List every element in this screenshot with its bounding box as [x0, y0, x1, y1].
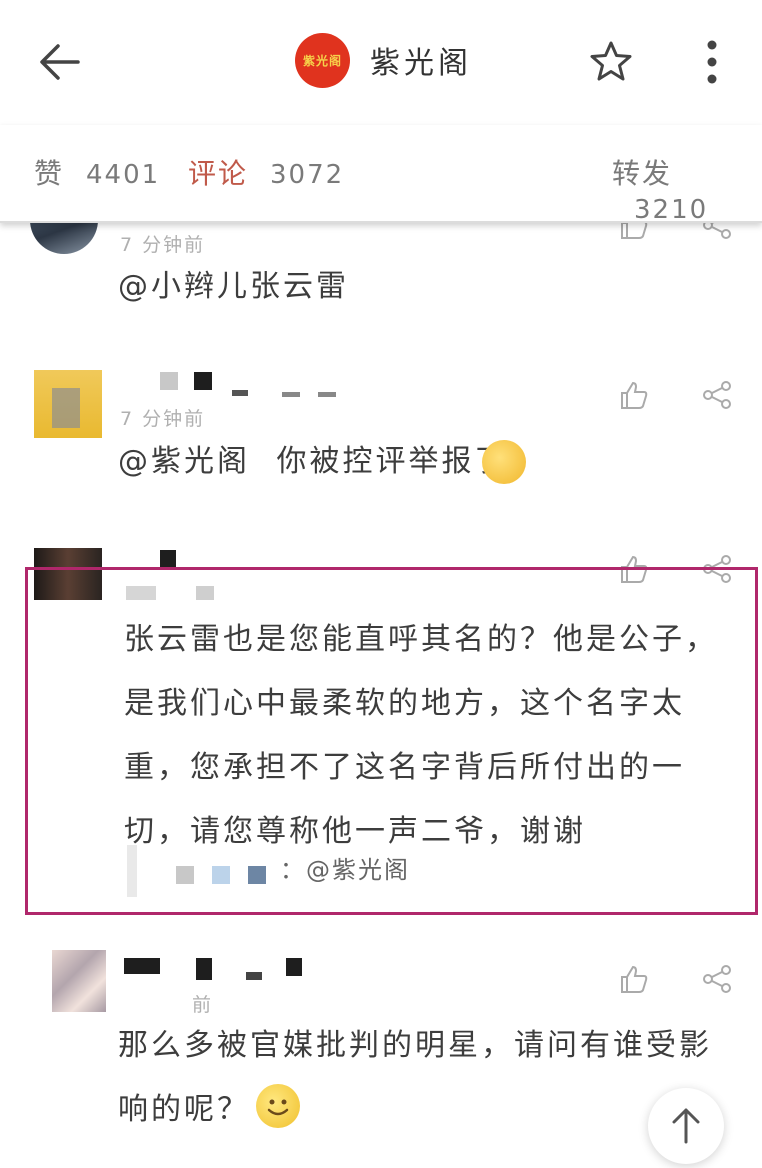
avatar[interactable] — [52, 950, 106, 1012]
avatar[interactable] — [34, 370, 102, 438]
star-icon[interactable] — [588, 38, 634, 84]
comment-time: 7 分钟前 — [120, 234, 206, 256]
blurred-username — [212, 866, 230, 884]
back-arrow-icon[interactable] — [34, 36, 86, 88]
blurred-username — [318, 392, 336, 397]
comment-line: 是我们心中最柔软的地方，这个名字太 — [124, 686, 685, 721]
comment-line: 张云雷也是您能直呼其名的？他是公子， — [124, 622, 718, 657]
top-bar: 紫光阁 紫光阁 — [0, 0, 762, 125]
reply-mention[interactable]: ：@紫光阁 — [280, 838, 410, 902]
share-icon[interactable] — [700, 962, 734, 996]
account-logo[interactable]: 紫光阁 — [295, 33, 350, 88]
blurred-username — [196, 958, 212, 980]
share-icon[interactable] — [700, 378, 734, 412]
blurred-username — [248, 866, 266, 884]
comments-count: 3072 — [270, 160, 345, 190]
reply-indicator — [127, 845, 137, 897]
likes-tab[interactable]: 赞 4401 — [34, 152, 160, 192]
blurred-username — [124, 958, 160, 974]
stats-bar: 赞 4401 评论 3072 转发 3210 — [0, 125, 762, 225]
blurred-username — [160, 550, 176, 568]
comments-label: 评论 — [188, 157, 249, 190]
blurred-username — [246, 972, 262, 980]
reposts-label: 转发 — [612, 157, 673, 190]
logo-text: 紫光阁 — [302, 54, 342, 68]
comment-text: @紫光阁 你被控评举报了 — [118, 430, 508, 494]
page-title: 紫光阁 — [370, 46, 472, 81]
comments-tab[interactable]: 评论 3072 — [188, 152, 344, 192]
reposts-count: 3210 — [634, 195, 709, 225]
blurred-username — [176, 866, 194, 884]
blurred-username — [232, 390, 248, 396]
like-icon[interactable] — [616, 962, 650, 996]
likes-count: 4401 — [86, 160, 161, 190]
blurred-username — [286, 958, 302, 976]
comment-body: 你被控评举报了 — [276, 444, 508, 479]
arrow-up-icon — [672, 1108, 700, 1144]
comment-time: 前 — [192, 994, 214, 1016]
blurred-username — [160, 372, 178, 390]
blurred-time — [196, 586, 214, 600]
comment-text: @小辫儿张云雷 — [118, 269, 349, 304]
blurred-username — [194, 372, 212, 390]
comment-time: 7 分钟前 — [120, 408, 206, 430]
like-icon[interactable] — [616, 378, 650, 412]
smile-face-icon — [267, 1099, 289, 1116]
reposts-tab[interactable]: 转发 3210 — [612, 152, 762, 225]
mention-link[interactable]: @紫光阁 — [118, 444, 250, 479]
comment-line: 那么多被官媒批判的明星，请问有谁受影 — [118, 1028, 712, 1063]
thinking-emoji-icon — [482, 440, 526, 484]
smile-emoji-icon — [256, 1084, 300, 1128]
comment-line: 重，您承担不了这名字背后所付出的一 — [124, 750, 685, 785]
more-vertical-icon[interactable] — [694, 36, 730, 88]
scroll-to-top-button[interactable] — [648, 1088, 724, 1164]
blurred-username — [282, 392, 300, 397]
blurred-time — [126, 586, 156, 600]
likes-label: 赞 — [34, 157, 65, 190]
comment-line: 响的呢？ — [118, 1092, 250, 1127]
